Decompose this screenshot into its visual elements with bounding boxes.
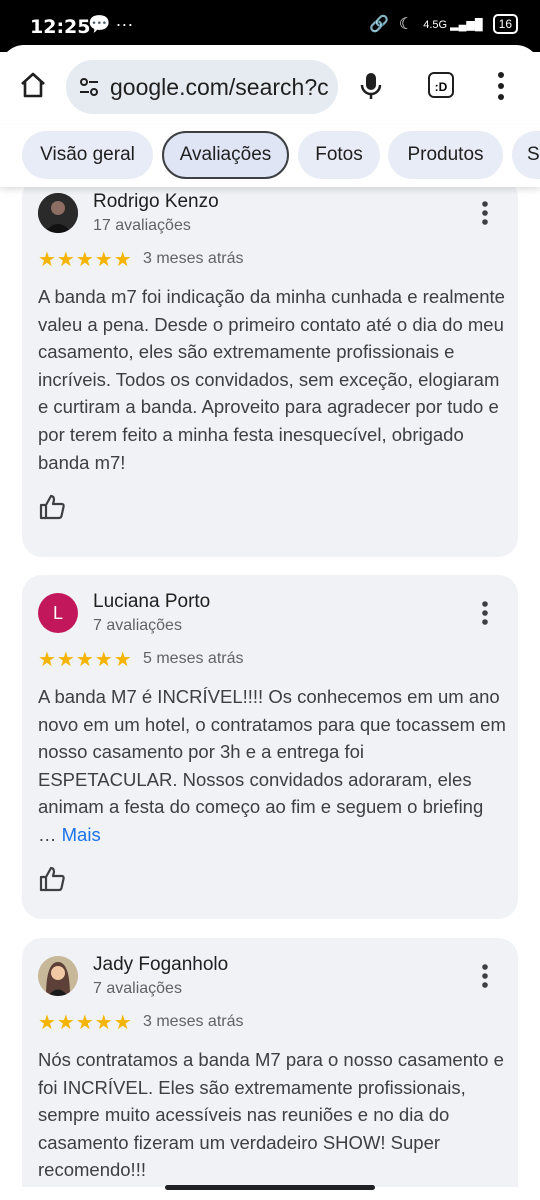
review-date: 3 meses atrás [143, 250, 244, 267]
microphone-icon[interactable] [358, 71, 384, 101]
filter-chips: Visão geral Avaliações Fotos Produtos Se [0, 125, 540, 187]
chip-partial[interactable]: Se [512, 131, 540, 179]
review-card: Jady Foganholo 7 avaliações ★★★★★ 3 mese… [22, 938, 518, 1187]
notification-icons: 💬 ··· [88, 14, 133, 35]
avatar[interactable] [38, 193, 78, 233]
profile-photo-icon [38, 193, 78, 233]
read-more-link[interactable]: Mais [62, 824, 101, 845]
thumbs-up-icon[interactable] [38, 865, 66, 893]
network-type: 4.5G [423, 18, 448, 31]
reviewer-count: 7 avaliações [93, 980, 182, 997]
review-text-body: A banda M7 é INCRÍVEL!!!! Os conhecemos … [38, 686, 506, 818]
thumbs-up-icon[interactable] [38, 493, 66, 521]
tab-switcher-button[interactable]: :D [428, 72, 454, 98]
chip-fotos[interactable]: Fotos [298, 131, 380, 179]
rating-stars: ★★★★★ [38, 1012, 133, 1034]
site-settings-icon[interactable] [78, 76, 100, 98]
more-options-icon[interactable] [480, 200, 490, 226]
rating-stars: ★★★★★ [38, 249, 133, 271]
system-icons: 🔗 ☾ 4.5G ▂▄▆█ 16 [369, 14, 518, 34]
profile-photo-icon [38, 956, 78, 996]
reviewer-name[interactable]: Jady Foganholo [93, 954, 228, 976]
battery-icon: 16 [492, 14, 518, 34]
review-date: 3 meses atrás [143, 1013, 244, 1030]
avatar[interactable]: L [38, 593, 78, 633]
reviews-list: Rodrigo Kenzo 17 avaliações ★★★★★ 3 mese… [0, 187, 540, 1187]
avatar[interactable] [38, 956, 78, 996]
home-icon[interactable] [18, 70, 48, 100]
reviewer-name[interactable]: Rodrigo Kenzo [93, 191, 219, 213]
review-text: A banda m7 foi indicação da minha cunhad… [38, 286, 505, 473]
address-bar[interactable]: google.com/search?c [66, 60, 338, 114]
review-text: A banda M7 é INCRÍVEL!!!! Os conhecemos … [38, 683, 508, 849]
browser-toolbar: google.com/search?c :D [0, 45, 540, 125]
review-card: L Luciana Porto 7 avaliações ★★★★★ 5 mes… [22, 575, 518, 919]
review-text: Nós contratamos a banda M7 para o nosso … [38, 1049, 504, 1181]
reviewer-name[interactable]: Luciana Porto [93, 591, 210, 613]
review-date: 5 meses atrás [143, 650, 244, 667]
signal-icon: 4.5G ▂▄▆█ [423, 18, 483, 31]
status-time: 12:25 [30, 16, 91, 38]
more-options-icon[interactable] [480, 600, 490, 626]
reviewer-count: 17 avaliações [93, 217, 191, 234]
chat-icon: 💬 [88, 14, 111, 34]
more-vert-icon[interactable] [497, 71, 505, 101]
review-card: Rodrigo Kenzo 17 avaliações ★★★★★ 3 mese… [22, 187, 518, 557]
chip-avaliacoes[interactable]: Avaliações [162, 131, 289, 179]
chip-visao-geral[interactable]: Visão geral [22, 131, 153, 179]
more-options-icon[interactable] [480, 963, 490, 989]
chip-produtos[interactable]: Produtos [388, 131, 503, 179]
reviewer-count: 7 avaliações [93, 617, 182, 634]
more-notifications-icon: ··· [115, 14, 134, 34]
gesture-nav-bar[interactable] [165, 1185, 375, 1190]
link-icon: 🔗 [368, 16, 389, 33]
url-text: google.com/search?c [110, 74, 329, 100]
ellipsis: … [38, 823, 62, 845]
do-not-disturb-icon: ☾ [398, 16, 414, 33]
rating-stars: ★★★★★ [38, 649, 133, 671]
